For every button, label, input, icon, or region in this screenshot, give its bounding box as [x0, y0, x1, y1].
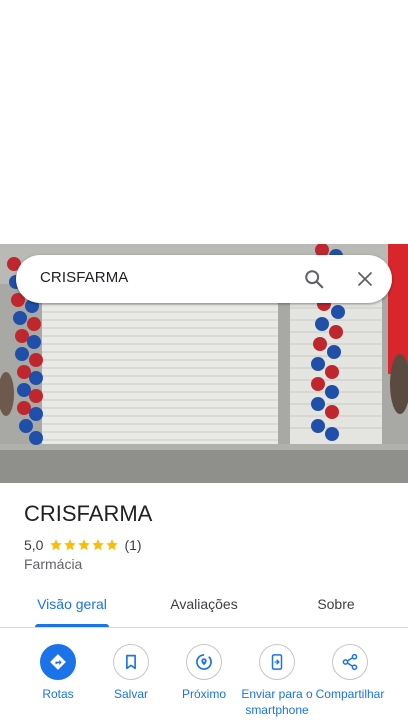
tab-overview[interactable]: Visão geral — [35, 596, 109, 612]
send-to-phone-button[interactable]: Enviar para o smartphone — [240, 644, 314, 718]
star-icon — [78, 539, 91, 551]
place-category: Farmácia — [24, 556, 83, 572]
map-area-blank — [0, 0, 408, 244]
share-button[interactable]: Compartilhar — [313, 644, 387, 702]
share-icon — [342, 653, 358, 671]
review-count: (1) — [124, 537, 142, 553]
clear-search-button[interactable] — [351, 265, 379, 293]
bookmark-icon — [126, 654, 136, 670]
rating-value: 5,0 — [24, 537, 44, 553]
star-icon — [50, 539, 63, 551]
close-icon — [358, 272, 372, 286]
active-tab-indicator — [35, 624, 109, 627]
nearby-button[interactable]: Próximo — [167, 644, 241, 702]
nearby-icon — [196, 654, 212, 670]
place-title: CRISFARMA — [24, 501, 153, 526]
search-bar[interactable]: CRISFARMA — [16, 255, 392, 303]
tab-reviews[interactable]: Avaliações — [164, 596, 244, 612]
save-button[interactable]: Salvar — [94, 644, 168, 702]
star-icon — [106, 539, 119, 551]
directions-button[interactable]: Rotas — [21, 644, 95, 702]
nearby-label: Próximo — [181, 687, 226, 701]
directions-label: Rotas — [42, 687, 74, 701]
rating-stars — [49, 538, 119, 552]
send-to-phone-button-circle[interactable] — [259, 644, 295, 680]
rating-row[interactable]: 5,0 (1) — [24, 536, 142, 554]
send-to-phone-icon — [271, 654, 283, 670]
tab-about[interactable]: Sobre — [310, 596, 362, 612]
share-button-circle[interactable] — [332, 644, 368, 680]
search-query-text[interactable]: CRISFARMA — [40, 269, 128, 286]
send-to-phone-label: Enviar para o smartphone — [241, 687, 313, 717]
directions-icon — [50, 654, 66, 670]
action-bar: Rotas Salvar Próximo Enviar para o smart… — [0, 644, 408, 726]
share-label: Compartilhar — [315, 687, 385, 701]
star-icon — [64, 539, 77, 551]
place-tabs: Visão geral Avaliações Sobre — [0, 584, 408, 628]
search-button[interactable] — [300, 265, 328, 293]
save-label: Salvar — [113, 687, 148, 701]
search-icon — [305, 270, 324, 289]
star-icon — [92, 539, 105, 551]
directions-button-circle[interactable] — [40, 644, 76, 680]
nearby-button-circle[interactable] — [186, 644, 222, 680]
save-button-circle[interactable] — [113, 644, 149, 680]
